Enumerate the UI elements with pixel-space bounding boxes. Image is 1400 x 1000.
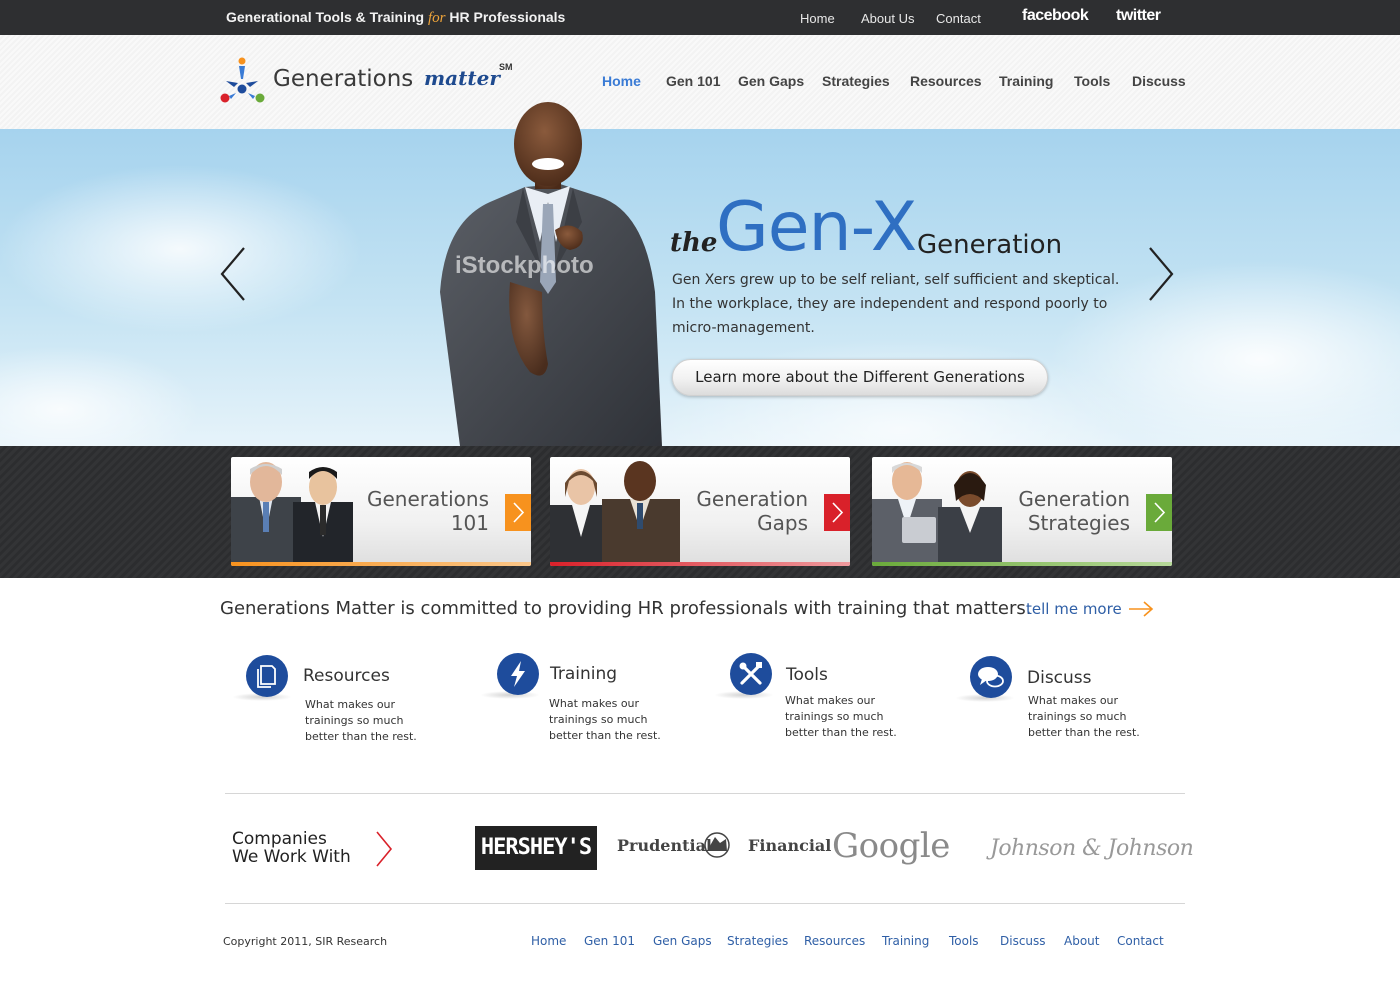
feature-desc-training: What makes our trainings so much better … (549, 697, 661, 742)
nav-gen-101[interactable]: Gen 101 (666, 73, 720, 89)
hersheys-logo: HERSHEY'S (475, 826, 597, 870)
logo-script[interactable]: matter (424, 66, 500, 90)
nav-training[interactable]: Training (999, 73, 1053, 89)
nav-resources[interactable]: Resources (910, 73, 982, 89)
document-icon[interactable] (246, 655, 288, 697)
slider-prev-arrow-icon[interactable] (218, 246, 248, 302)
feature-title-training[interactable]: Training (550, 664, 617, 684)
top-link-about-us[interactable]: About Us (861, 11, 914, 26)
feature-desc-tools: What makes our trainings so much better … (785, 694, 897, 739)
stock-watermark: iStockphoto (455, 252, 594, 279)
top-link-home[interactable]: Home (800, 11, 835, 26)
nav-home[interactable]: Home (602, 73, 641, 89)
companies-heading: Companies We Work With (232, 829, 351, 867)
card-generations-101[interactable]: Generations 101 (231, 457, 531, 566)
tagline: Generational Tools & Training for HR Pro… (226, 9, 566, 26)
feature-title-tools[interactable]: Tools (786, 665, 828, 685)
copyright: Copyright 2011, SIR Research (223, 935, 388, 948)
chat-bubbles-icon[interactable] (970, 656, 1012, 698)
hero-description: Gen Xers grew up to be self reliant, sel… (672, 272, 1120, 336)
footer-link-strategies[interactable]: Strategies (727, 934, 788, 948)
footer-link-tools[interactable]: Tools (949, 934, 979, 948)
footer-link-training[interactable]: Training (882, 934, 929, 948)
prudential-rock-icon (704, 832, 730, 858)
card-title: Generations 101 (367, 487, 489, 535)
card-orange-arrow-icon[interactable] (505, 494, 531, 531)
hero-headline: Gen-X (716, 188, 917, 267)
card-title: Generation Strategies (1018, 487, 1130, 535)
facebook-icon[interactable]: facebook (1022, 7, 1089, 25)
card-people-photo (550, 461, 680, 562)
card-people-photo (231, 462, 353, 562)
footer-link-gen-gaps[interactable]: Gen Gaps (653, 934, 712, 948)
johnson-and-johnson-logo: Johnson & Johnson (990, 836, 1194, 861)
intro-text: Generations Matter is committed to provi… (220, 598, 1032, 619)
nav-discuss[interactable]: Discuss (1132, 73, 1186, 89)
chevron-right-icon (376, 831, 393, 867)
card-generation-gaps[interactable]: Generation Gaps (550, 457, 850, 566)
footer-link-gen-101[interactable]: Gen 101 (584, 934, 635, 948)
top-bar: Generational Tools & Training for HR Pro… (0, 0, 1400, 35)
nav-tools[interactable]: Tools (1074, 73, 1110, 89)
footer-link-discuss[interactable]: Discuss (1000, 934, 1046, 948)
google-logo: Google (832, 826, 950, 866)
card-title: Generation Gaps (696, 487, 808, 535)
card-stripe (550, 562, 850, 566)
tools-icon[interactable] (730, 653, 772, 695)
feature-desc-discuss: What makes our trainings so much better … (1028, 694, 1140, 739)
top-link-contact[interactable]: Contact (936, 11, 981, 26)
nav-gen-gaps[interactable]: Gen Gaps (738, 73, 804, 89)
card-stripe (231, 562, 531, 566)
feature-title-discuss[interactable]: Discuss (1027, 668, 1092, 688)
arrow-right-icon[interactable] (1128, 600, 1154, 618)
hero-generation: Generation (917, 230, 1063, 260)
twitter-icon[interactable]: twitter (1116, 7, 1161, 25)
slider-next-arrow-icon[interactable] (1146, 246, 1176, 302)
hero-the: the (670, 228, 718, 258)
divider (225, 903, 1185, 904)
card-people-photo (872, 462, 1002, 562)
card-stripe (872, 562, 1172, 566)
service-mark: SM (499, 62, 513, 72)
lightning-icon[interactable] (497, 653, 539, 695)
footer-link-resources[interactable]: Resources (804, 934, 865, 948)
learn-more-button[interactable]: Learn more about the Different Generatio… (672, 359, 1048, 396)
feature-desc-resources: What makes our trainings so much better … (305, 698, 417, 743)
card-green-arrow-icon[interactable] (1146, 494, 1172, 531)
footer-link-home[interactable]: Home (531, 934, 566, 948)
tell-me-more-link[interactable]: tell me more (1026, 600, 1122, 618)
footer-link-about[interactable]: About (1064, 934, 1099, 948)
divider (225, 793, 1185, 794)
footer-link-contact[interactable]: Contact (1117, 934, 1164, 948)
card-red-arrow-icon[interactable] (824, 494, 850, 531)
nav-strategies[interactable]: Strategies (822, 73, 890, 89)
logo-text[interactable]: Generations (273, 66, 413, 92)
card-generation-strategies[interactable]: Generation Strategies (872, 457, 1172, 566)
feature-title-resources[interactable]: Resources (303, 666, 390, 686)
